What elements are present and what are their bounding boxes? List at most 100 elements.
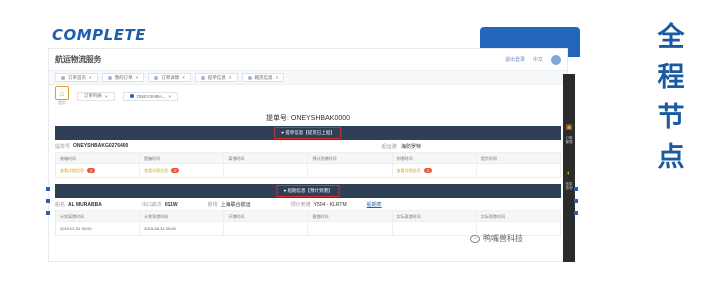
bl-grid: 装箱时间 提箱时间 离港时间 预计到港时间 到港时间 提货时间 查看详细信息 0 … [55,153,561,178]
grid-cell[interactable]: 查看详细信息 0 [392,164,477,178]
grid-cell: 2019-07-31 00:00 [56,222,141,236]
count-badge: 0 [87,168,96,173]
vessel-value: AL MURABBA [68,201,102,208]
grid-header: 计划到港时间 [140,211,225,222]
eta-key: 预计到港 [290,201,311,208]
pol-value: 海防罗特 [400,143,421,150]
tab-item[interactable]: 订单首页 × [55,73,98,82]
avatar[interactable] [551,54,561,65]
grid-cell [224,164,309,178]
sub-tab-bar: ⌂ 首页 订单列表 × ONEYSHBA... × [49,85,567,107]
voyage-value: 011W [164,201,178,208]
grid-header: 提货时间 [476,153,561,164]
tab-label: 订单首页 [68,74,86,80]
tab-label: 箱货信息 [254,74,273,80]
tab-label: 我的订单 [114,74,133,80]
home-label: 首页 [58,100,66,105]
grid-header: 到港时间 [392,153,477,164]
logout-link[interactable]: 退出登录 [505,56,525,63]
tab-item[interactable]: 我的订单 × [101,73,145,82]
side-title-char: 全 [657,22,685,53]
side-title-char: 程 [657,62,685,93]
subtab-orders[interactable]: 订单列表 × [77,91,115,101]
grid-header: 装箱时间 [56,153,141,164]
grid-header: 截港时间 [308,211,393,222]
tab-label: 提单信息 [207,74,226,80]
voyage-key: 出口航次 [141,201,162,208]
strip-label: 信息查询 [565,182,573,190]
detail-link[interactable]: 查看详细信息 [397,168,421,174]
home-shortcut[interactable]: ⌂ 首页 [55,86,69,106]
detail-link[interactable]: 查看详细信息 [144,168,168,174]
active-dot-icon [129,94,134,98]
wechat-icon: ◦◦ [470,234,480,243]
strip-label: 订单管理 [565,136,573,144]
bl-info-row: 提单号 ONEYSHBAKG0276400 起运港 海防罗特 [55,140,561,153]
section-label-vessel[interactable]: ● 船期信息【预计到港】 [276,185,340,197]
subtab-active[interactable]: ONEYSHBA... × [122,91,179,101]
app-topbar: 航运物流服务 退出登录 中文 [49,49,567,71]
grid-header: 开港时间 [224,211,309,222]
route-value: 上海联合航运 [220,201,251,208]
complete-heading: COMPLETE [52,26,146,44]
count-badge: 0 [423,168,432,173]
grid-cell: 2019-08-31 00:00 [140,222,225,236]
grid-header: 实际离港时间 [392,211,477,222]
tab-dot-icon [154,75,159,80]
grid-header: 预计到港时间 [308,153,393,164]
tab-label: 订单详情 [161,74,180,80]
section-label-bl[interactable]: ● 提单信息【提货已上船】 [274,127,342,139]
grid-cell [476,164,561,178]
vessel-info-row: 船名 AL MURABBA 出口航次 011W 航线 上海联合航运 预计到港 Y504 … [55,198,561,211]
tab-item[interactable]: 订单详情 × [148,73,191,82]
language-select[interactable]: 中文 [533,56,543,63]
bullet-marker [46,187,50,191]
tab-dot-icon [247,75,252,80]
tab-item[interactable]: 提单信息 × [194,73,238,82]
screenshot-canvas: COMPLETE 全 程 节 点 航运物流服务 退出登录 中文 订单首页 × 我… [0,0,718,297]
schedule-link[interactable]: 船期表 [367,201,382,208]
grid-cell[interactable]: 查看详细信息 0 [140,164,225,178]
home-icon: ⌂ [55,86,69,100]
section-bar-bl: ● 提单信息【提货已上船】 [55,126,561,140]
grid-cell [224,222,309,236]
eta-value: Y504 - KLRTM [313,201,347,208]
side-title: 全 程 节 点 [654,22,688,174]
bl-title: 提单号: ONEYSHBAK0000 [265,115,351,122]
side-title-char: 节 [657,102,685,133]
bl-value: ONEYSHBAKG0276400 [73,143,129,149]
grid-cell [392,222,477,236]
grid-header: 实际到港时间 [476,211,561,222]
detail-link[interactable]: 查看详细信息 [60,168,84,174]
app-window: 航运物流服务 退出登录 中文 订单首页 × 我的订单 × 订单详情 × 提单信息… [48,48,568,262]
subtab-label: ONEYSHBA... [136,93,166,99]
bullet-marker [46,211,50,215]
bl-key: 提单号 [55,143,71,150]
bullet-marker [574,199,578,203]
side-title-char: 点 [657,142,685,173]
route-key: 航线 [207,201,218,208]
app-logo: 航运物流服务 [55,55,102,64]
bullet-marker [574,211,578,215]
tab-item[interactable]: 箱货信息 × [241,73,285,82]
query-icon[interactable]: ◐ [565,170,573,178]
tab-strip: 订单首页 × 我的订单 × 订单详情 × 提单信息 × 箱货信息 × [49,71,567,85]
tab-dot-icon [200,75,205,80]
tab-dot-icon [107,75,112,80]
tab-dot-icon [61,75,65,80]
grid-header: 提箱时间 [140,153,225,164]
subtab-label: 订单列表 [84,93,102,98]
bullet-marker [574,187,578,191]
vessel-key: 船名 [55,201,66,208]
pol-key: 起运港 [381,143,397,150]
topbar-right: 退出登录 中文 [505,54,561,65]
grid-cell[interactable]: 查看详细信息 0 [56,164,141,178]
watermark-text: 鸭嘴兽科技 [483,234,523,243]
grid-cell [308,164,393,178]
bullet-marker [46,199,50,203]
orders-icon[interactable]: ▣ [565,124,573,132]
grid-cell [308,222,393,236]
count-badge: 0 [171,168,180,173]
grid-header: 计划离港时间 [56,211,141,222]
watermark: ◦◦ 鸭嘴兽科技 [470,233,523,244]
